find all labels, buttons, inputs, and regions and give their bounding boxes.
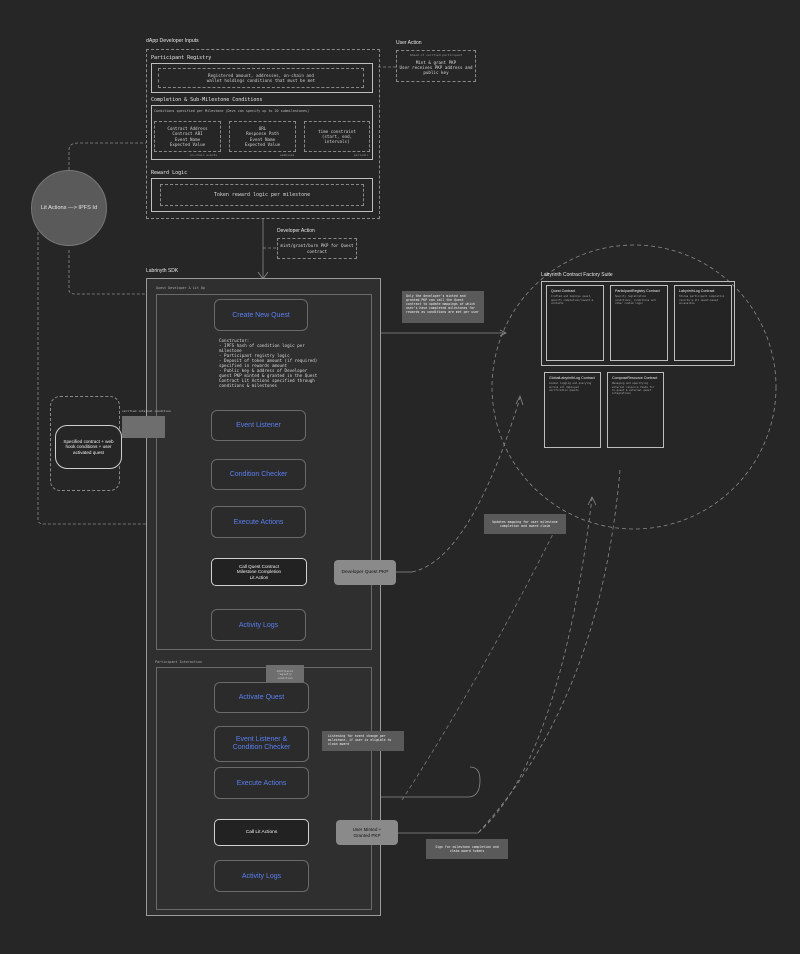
user-action-text: Mint & grant PKP User receives PKP addre… [399,60,473,76]
completion-caption: Conditions specified per Milestone (Devs… [154,109,310,113]
note-updates-mapping: Updates mapping for user milestone compl… [484,514,566,534]
factory-title: Labyrinth Contract Factory Suite [541,272,613,278]
registry-title: Participant Registry [151,55,212,61]
user-action-title: User Action [396,40,422,46]
call-lit-actions[interactable]: Call Lit Actions [214,819,309,846]
user-action-caption: Ahead of verified participant [409,53,463,57]
activate-quest-step[interactable]: Activate Quest [214,682,309,713]
global-log-name: GlobalLabyrinthLog Contract [549,376,595,380]
event-condition-step[interactable]: Event Listener & Condition Checker [214,726,309,762]
developer-quest-pkp: Developer Quest PKP [334,560,396,585]
dev-action-box: mint/grant/burn PKP for Quest contract [277,238,357,259]
execute-actions-step-2[interactable]: Execute Actions [214,767,309,799]
participant-registry-card: ParticipantRegistry Contract Specify reg… [610,285,668,361]
constructor-text: Constructor: - IPFS hash of condition lo… [219,338,318,388]
note-sign-claim: Sign for milestone completion and claim … [426,839,508,859]
user-minted-pkp: User Minted + Granted PKP [336,820,398,845]
verified-condition-box [122,416,165,438]
compose-resource-desc: Managing and specifying external resourc… [612,382,655,396]
activity-logs-step[interactable]: Activity Logs [211,609,306,641]
dev-action-title: Developer Action [277,228,315,234]
reward-text: Token reward logic per milestone [160,184,364,206]
condition-periodic-tag: periodic [354,153,369,157]
registry-text: Registered amount, addresses, on-chain a… [158,68,364,88]
condition-onchain-tag: on-chain events [190,153,218,157]
quest-dev-label: Quest Developer & Lit Op [156,286,205,290]
note-minted-pkp: Only the developer's minted and granted … [402,291,484,323]
activity-logs-step-2[interactable]: Activity Logs [214,860,309,892]
sdk-title: Labrinyth SDK [146,268,179,274]
verified-condition-label: verified internal condition [122,409,171,413]
participant-registry-desc: Specify registration conditions, conditi… [615,295,656,305]
create-quest-step[interactable]: Create New Quest [214,299,308,331]
call-quest-contract[interactable]: Call Quest Contract Milestone Completion… [211,558,307,586]
labyrinth-log-desc: Stores participant completion records & … [679,295,725,305]
labyrinth-log-name: LabyrinthLog Contract [679,289,715,293]
note-listening: Listening for event change per milestone… [322,731,404,751]
condition-webhook: URL Response Path Event Name Expected Va… [229,121,296,152]
completion-title: Completion & Sub-Milestone Conditions [151,97,263,103]
condition-webhook-tag: webhooks [280,153,295,157]
quest-contract-card: Quest Contract Crafted and deploys quest… [546,285,604,361]
global-log-card: GlobalLabyrinthLog Contract Global loggi… [544,372,601,448]
quest-contract-desc: Crafted and deploys quest, specify compl… [551,295,594,305]
condition-onchain: Contract Address Contract ABI Event Name… [154,121,221,152]
reward-title: Reward Logic [151,170,188,176]
compose-resource-name: ComposeResource Contract [612,376,658,380]
participant-registry-name: ParticipantRegistry Contract [615,289,660,293]
quest-contract-name: Quest Contract [551,289,576,293]
event-listener-step[interactable]: Event Listener [211,410,306,441]
participant-label: Participant Interaction [155,660,202,664]
webhook-conditions: Specified contract + web hook conditions… [55,425,122,469]
condition-checker-step[interactable]: Condition Checker [211,459,306,490]
compose-resource-card: ComposeResource Contract Managing and sp… [607,372,664,448]
labyrinth-log-card: LabyrinthLog Contract Stores participant… [674,285,732,361]
connector-lines [37,66,777,834]
global-log-desc: Global logging and querying across all d… [549,382,592,392]
execute-actions-step[interactable]: Execute Actions [211,506,306,538]
dapp-inputs-title: dApp Developer Inputs [146,38,199,44]
lit-actions-circle: Lit Actions —> IPFS Id [31,170,107,246]
condition-periodic: time constraint (start, end, intervals) [304,121,370,152]
